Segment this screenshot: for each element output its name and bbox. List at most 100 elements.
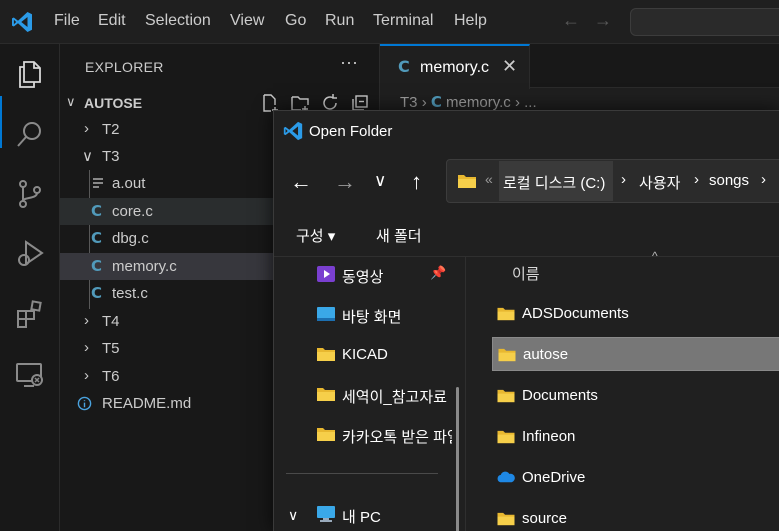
new-folder-button[interactable]: 새 폴더 xyxy=(376,225,422,246)
remote-explorer-icon[interactable] xyxy=(14,358,46,390)
folder-icon xyxy=(497,430,515,444)
chevron-right-icon[interactable]: › xyxy=(621,171,626,188)
nav-item-label: 세역이_참고자료 xyxy=(342,389,447,406)
address-crumb-drive[interactable]: 로컬 디스크 (C:) xyxy=(503,172,605,193)
c-file-icon: C xyxy=(91,202,103,220)
file-row-label: source xyxy=(522,510,568,527)
nav-item-kicad[interactable]: KICAD xyxy=(274,335,464,375)
nav-scrollbar[interactable] xyxy=(456,387,459,531)
c-file-icon: C xyxy=(91,257,103,275)
dialog-nav-pane: 동영상 📌 바탕 화면 KICAD 세역이_참고자료 카카오톡 받은 파일 ∨ … xyxy=(274,257,466,531)
command-center-search[interactable] xyxy=(630,8,779,36)
forward-arrow-icon[interactable]: → xyxy=(594,10,612,31)
close-icon[interactable]: ✕ xyxy=(502,56,517,77)
pin-icon[interactable]: 📌 xyxy=(430,265,446,281)
c-file-icon: C xyxy=(398,57,410,76)
tree-item-label: T5 xyxy=(102,340,120,357)
back-arrow-icon[interactable]: ← xyxy=(290,169,312,195)
chevron-right-icon: › xyxy=(84,339,89,356)
tree-item-label: T2 xyxy=(102,121,120,138)
tab-memory-c[interactable]: C memory.c ✕ xyxy=(380,44,530,89)
explorer-title: EXPLORER xyxy=(85,59,164,75)
chevron-down-icon[interactable]: ∨ xyxy=(374,171,386,191)
pc-icon xyxy=(317,506,335,522)
open-folder-dialog: Open Folder ← → ∨ ↑ « 로컬 디스크 (C:) › 사용자 … xyxy=(273,110,779,531)
menu-terminal[interactable]: Terminal xyxy=(373,12,433,30)
run-debug-icon[interactable] xyxy=(14,238,46,270)
sort-up-icon: ^ xyxy=(652,249,658,263)
c-file-icon: C xyxy=(91,284,103,302)
folder-icon xyxy=(458,175,476,188)
tree-item-label: memory.c xyxy=(112,258,177,275)
file-row-onedrive[interactable]: OneDrive xyxy=(492,461,779,495)
file-row-autose[interactable]: autose xyxy=(492,337,779,371)
tree-item-label: README.md xyxy=(102,395,192,412)
breadcrumb-symbol[interactable]: ... xyxy=(524,94,537,111)
info-icon xyxy=(77,396,92,411)
breadcrumb-folder[interactable]: T3 xyxy=(400,94,418,111)
file-row-label: ADSDocuments xyxy=(522,305,629,322)
nav-item-kakaotalk[interactable]: 카카오톡 받은 파일 xyxy=(274,415,464,455)
nav-item-this-pc[interactable]: 내 PC xyxy=(274,495,464,531)
tab-bar: C memory.c ✕ xyxy=(380,44,779,89)
nav-item-label: 바탕 화면 xyxy=(342,309,402,326)
organize-button[interactable]: 구성 ▾ xyxy=(296,225,335,246)
breadcrumb: T3 › C memory.c › ... xyxy=(400,93,537,111)
menu-help[interactable]: Help xyxy=(454,12,487,30)
overflow-chevron-icon[interactable]: « xyxy=(485,171,493,187)
extensions-icon[interactable] xyxy=(14,298,46,330)
menu-go[interactable]: Go xyxy=(285,12,306,30)
tree-item-label: test.c xyxy=(112,285,148,302)
up-arrow-icon[interactable]: ↑ xyxy=(411,169,422,195)
nav-item-label: KICAD xyxy=(342,346,388,363)
menu-selection[interactable]: Selection xyxy=(145,12,211,30)
folder-icon xyxy=(497,307,515,321)
dialog-command-bar: 구성 ▾ 새 폴더 xyxy=(274,211,779,257)
lines-icon xyxy=(93,178,103,188)
address-crumb-users[interactable]: 사용자 xyxy=(639,172,680,193)
chevron-right-icon: › xyxy=(84,367,89,384)
back-arrow-icon[interactable]: ← xyxy=(562,10,580,31)
nav-item-label: 내 PC xyxy=(342,509,381,526)
nav-item-desktop[interactable]: 바탕 화면 xyxy=(274,295,464,335)
chevron-right-icon[interactable]: › xyxy=(761,171,766,188)
dialog-title: Open Folder xyxy=(309,123,393,140)
file-row-documents[interactable]: Documents xyxy=(492,379,779,413)
menu-file[interactable]: File xyxy=(54,12,80,30)
file-row-adsdocuments[interactable]: ADSDocuments xyxy=(492,297,779,331)
tree-item-label: T3 xyxy=(102,148,120,165)
folder-icon xyxy=(497,512,515,526)
file-row-infineon[interactable]: Infineon xyxy=(492,420,779,454)
chevron-down-icon: ∨ xyxy=(66,94,76,109)
folder-icon xyxy=(498,348,516,362)
nav-item-reference[interactable]: 세역이_참고자료 xyxy=(274,375,464,415)
menu-edit[interactable]: Edit xyxy=(98,12,126,30)
vscode-logo-icon xyxy=(12,12,32,32)
chevron-down-icon: ∨ xyxy=(82,148,93,165)
file-row-label: Infineon xyxy=(522,428,576,445)
breadcrumb-file[interactable]: memory.c xyxy=(446,94,511,111)
tree-item-label: T6 xyxy=(102,368,120,385)
menu-run[interactable]: Run xyxy=(325,12,354,30)
chevron-right-icon[interactable]: › xyxy=(694,171,699,188)
column-header-name[interactable]: 이름 xyxy=(512,263,540,284)
cloud-icon xyxy=(497,471,515,483)
address-crumb-songs[interactable]: songs xyxy=(709,172,749,189)
folder-icon xyxy=(497,389,515,403)
forward-arrow-icon[interactable]: → xyxy=(334,169,356,195)
address-bar[interactable]: « 로컬 디스크 (C:) › 사용자 › songs › xyxy=(446,159,779,203)
chevron-right-icon: › xyxy=(84,120,89,137)
activity-bar xyxy=(0,44,60,531)
file-row-label: OneDrive xyxy=(522,469,586,486)
file-row-source[interactable]: source xyxy=(492,502,779,531)
folder-icon xyxy=(317,428,335,441)
menu-view[interactable]: View xyxy=(230,12,264,30)
search-icon[interactable] xyxy=(14,118,46,150)
nav-item-videos[interactable]: 동영상 📌 xyxy=(274,255,464,295)
source-control-icon[interactable] xyxy=(14,178,46,210)
explorer-files-icon[interactable] xyxy=(14,58,46,90)
file-row-label: autose xyxy=(523,346,569,363)
more-actions-icon[interactable]: ··· xyxy=(340,52,358,73)
desktop-icon xyxy=(317,307,335,321)
chevron-right-icon: › xyxy=(514,94,525,111)
